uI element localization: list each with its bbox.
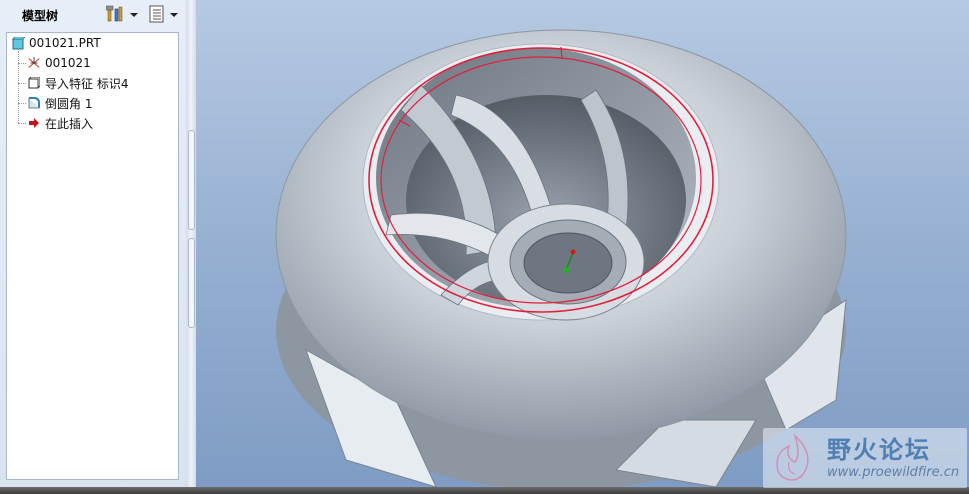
tree-item-round[interactable]: 倒圆角 1 — [27, 94, 92, 112]
model-tree: 001021.PRT 001021 导入特征 标识4 倒圆角 1 在此插入 — [6, 32, 179, 480]
flame-logo-icon — [767, 432, 823, 487]
watermark: 野火论坛 www.proewildfire.cn — [763, 428, 967, 488]
panel-splitter[interactable] — [186, 0, 196, 487]
tree-connector — [18, 51, 19, 123]
tree-connector — [18, 123, 26, 124]
watermark-title: 野火论坛 — [827, 436, 931, 464]
list-icon — [148, 5, 166, 26]
tree-connector — [18, 103, 26, 104]
tree-item-csys[interactable]: 001021 — [27, 54, 91, 72]
part-icon — [11, 36, 25, 50]
impeller-model[interactable] — [196, 0, 969, 487]
insert-here-arrow-icon — [27, 116, 41, 130]
tree-connector — [18, 83, 26, 84]
tree-item-label: 在此插入 — [45, 116, 94, 131]
tools-icon — [105, 5, 126, 26]
splitter-grip-top[interactable] — [188, 130, 195, 230]
import-feature-icon — [27, 76, 41, 90]
tree-connector — [18, 63, 26, 64]
tree-item-label: 001021.PRT — [29, 36, 101, 50]
model-tree-title: 模型树 — [22, 9, 59, 23]
tree-item-label: 导入特征 标识4 — [45, 76, 129, 91]
settings-tools-button[interactable] — [105, 5, 140, 26]
tree-item-insert-here[interactable]: 在此插入 — [27, 114, 93, 132]
watermark-url: www.proewildfire.cn — [827, 465, 960, 480]
tree-item-label: 001021 — [45, 56, 91, 70]
chevron-down-icon — [130, 13, 138, 17]
show-options-button[interactable] — [148, 5, 182, 25]
round-icon — [27, 96, 41, 110]
tree-item-import-feature[interactable]: 导入特征 标识4 — [27, 74, 128, 92]
graphics-viewport[interactable] — [196, 0, 969, 487]
tree-item-label: 倒圆角 1 — [45, 96, 93, 111]
tree-item-root-part[interactable]: 001021.PRT — [11, 34, 101, 52]
csys-icon — [27, 56, 41, 70]
splitter-grip-bottom[interactable] — [188, 238, 195, 328]
model-tree-header: 模型树 — [0, 0, 186, 30]
model-tree-panel: 模型树 001021.PRT 001021 导入特征 标识4 倒圆角 1 在此插… — [0, 0, 187, 487]
status-bar — [0, 487, 969, 494]
chevron-down-icon — [170, 13, 178, 17]
